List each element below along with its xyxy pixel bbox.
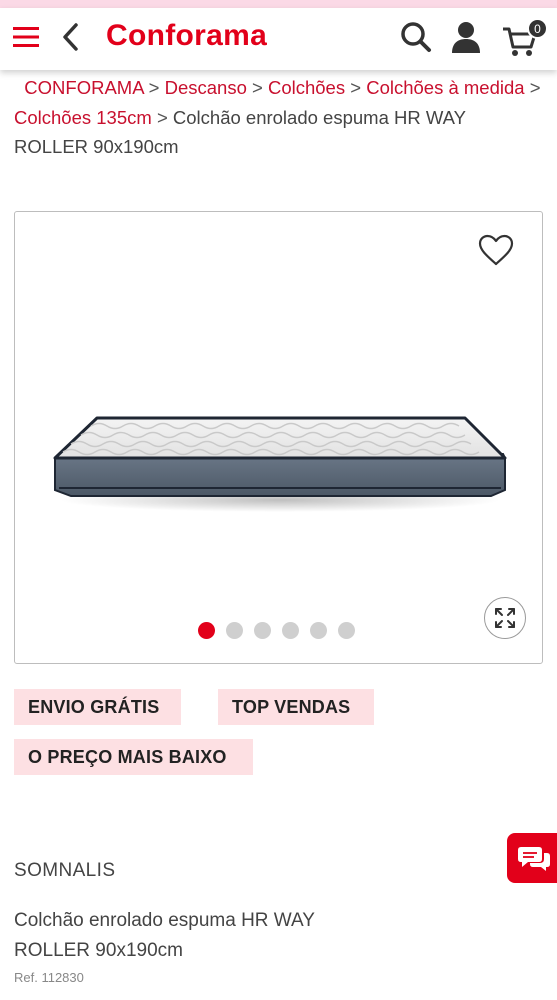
gallery-dot[interactable] [338,622,355,639]
breadcrumb-link-colchoes-135[interactable]: Colchões 135cm [14,107,152,128]
product-title: Colchão enrolado espuma HR WAY ROLLER 90… [14,910,315,961]
account-button[interactable] [446,18,486,56]
breadcrumb: CONFORAMA > Descanso > Colchões > Colchõ… [14,73,544,162]
tag-lowest-price: O PREÇO MAIS BAIXO [14,739,253,775]
breadcrumb-separator: > [529,77,541,98]
heart-icon [478,234,514,266]
breadcrumb-separator: > [350,77,362,98]
user-icon [452,22,480,53]
tag-free-shipping: ENVIO GRÁTIS [14,689,181,725]
chat-button[interactable] [507,833,557,883]
product-reference: Ref. 112830 [14,970,84,985]
expand-icon [495,608,515,628]
product-image[interactable] [51,402,509,532]
chat-bubbles-icon [518,847,550,871]
search-icon [401,22,431,52]
hamburger-menu-icon [13,27,39,47]
search-button[interactable] [396,18,436,56]
breadcrumb-link-colchoes[interactable]: Colchões [268,77,345,98]
gallery-dot[interactable] [282,622,299,639]
breadcrumb-link-colchoes-medida[interactable]: Colchões à medida [366,77,524,98]
product-gallery[interactable] [14,211,543,664]
product-brand[interactable]: SOMNALIS [14,860,115,882]
wishlist-button[interactable] [475,230,517,270]
tag-top-sales: TOP VENDAS [218,689,374,725]
breadcrumb-link-conforama[interactable]: CONFORAMA [24,77,143,98]
gallery-dot[interactable] [198,622,215,639]
gallery-pagination [198,622,355,639]
cart-button[interactable]: 0 [500,16,550,60]
cart-count-badge: 0 [527,18,548,39]
breadcrumb-separator: > [252,77,263,98]
zoom-button[interactable] [484,597,526,639]
gallery-dot[interactable] [310,622,327,639]
breadcrumb-separator: > [148,77,160,98]
breadcrumb-link-descanso[interactable]: Descanso [165,77,247,98]
gallery-dot[interactable] [226,622,243,639]
menu-button[interactable] [8,20,44,54]
top-status-strip [0,0,557,8]
site-header: Conforama 0 [0,8,557,70]
gallery-dot[interactable] [254,622,271,639]
site-logo[interactable]: Conforama [106,18,267,54]
breadcrumb-separator: > [156,106,168,128]
back-chevron-icon [63,23,78,51]
back-button[interactable] [54,20,86,54]
